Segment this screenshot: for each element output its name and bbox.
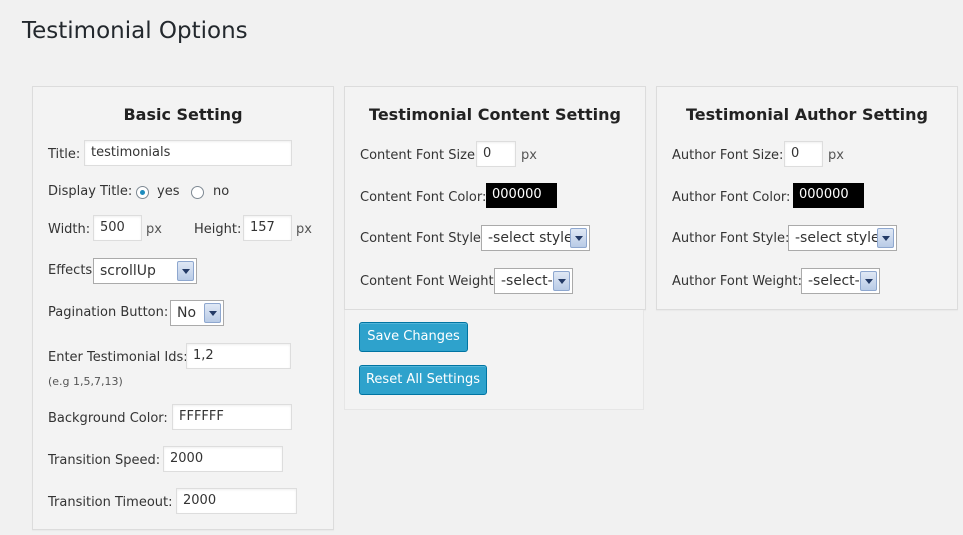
pagination-select[interactable]: No — [170, 300, 224, 326]
author-font-style-value: -select style — [795, 230, 880, 246]
content-font-size-label: Content Font Size: — [360, 148, 480, 163]
display-title-yes-label: yes — [157, 184, 180, 199]
chevron-down-icon — [570, 228, 587, 248]
content-font-style-value: -select style — [488, 230, 573, 246]
title-label: Title: — [48, 147, 81, 162]
background-color-input[interactable]: FFFFFF — [172, 404, 292, 430]
transition-timeout-input[interactable]: 2000 — [176, 488, 297, 514]
author-font-size-label: Author Font Size: — [672, 148, 784, 163]
effects-label: Effects — [48, 263, 93, 278]
content-font-style-label: Content Font Style: — [360, 231, 486, 246]
display-title-no-label: no — [213, 184, 230, 199]
transition-timeout-label: Transition Timeout: — [48, 495, 173, 510]
author-setting-heading: Testimonial Author Setting — [686, 105, 928, 124]
content-setting-heading: Testimonial Content Setting — [369, 105, 621, 124]
content-font-weight-select[interactable]: -select- — [494, 268, 573, 294]
actions-area: Save Changes Reset All Settings — [344, 310, 644, 410]
height-label: Height: — [194, 222, 242, 237]
height-unit: px — [296, 222, 312, 237]
author-font-weight-label: Author Font Weight: — [672, 274, 803, 289]
author-font-weight-value: -select- — [808, 273, 860, 289]
pagination-select-value: No — [177, 305, 197, 321]
background-color-label: Background Color: — [48, 411, 168, 426]
page-title: Testimonial Options — [22, 18, 248, 44]
author-font-color-label: Author Font Color: — [672, 190, 791, 205]
content-font-size-unit: px — [521, 148, 537, 163]
author-font-size-input[interactable]: 0 — [784, 141, 823, 167]
testimonial-ids-hint: (e.g 1,5,7,13) — [48, 375, 123, 388]
author-font-weight-select[interactable]: -select- — [801, 268, 880, 294]
content-font-color-label: Content Font Color: — [360, 190, 487, 205]
effects-select-value: scrollUp — [100, 263, 156, 279]
author-setting-panel: Testimonial Author Setting Author Font S… — [656, 86, 958, 310]
effects-select[interactable]: scrollUp — [93, 258, 197, 284]
basic-setting-panel: Basic Setting Title: testimonials Displa… — [32, 86, 334, 530]
author-font-color-input[interactable]: 000000 — [793, 183, 864, 208]
transition-speed-label: Transition Speed: — [48, 453, 161, 468]
title-input[interactable]: testimonials — [84, 140, 292, 166]
width-unit: px — [146, 222, 162, 237]
author-font-style-select[interactable]: -select style — [788, 225, 897, 251]
content-font-style-select[interactable]: -select style — [481, 225, 590, 251]
reset-all-settings-button[interactable]: Reset All Settings — [359, 365, 487, 395]
author-font-style-label: Author Font Style: — [672, 231, 790, 246]
pagination-label: Pagination Button: — [48, 305, 169, 320]
display-title-label: Display Title: — [48, 184, 133, 199]
width-label: Width: — [48, 222, 91, 237]
chevron-down-icon — [553, 271, 570, 291]
display-title-yes-radio[interactable] — [136, 186, 149, 199]
author-font-size-unit: px — [828, 148, 844, 163]
transition-speed-input[interactable]: 2000 — [163, 446, 283, 472]
content-font-weight-label: Content Font Weight: — [360, 274, 498, 289]
testimonial-ids-label: Enter Testimonial Ids: — [48, 350, 188, 365]
content-font-size-input[interactable]: 0 — [476, 141, 516, 167]
content-font-color-input[interactable]: 000000 — [486, 183, 557, 208]
width-input[interactable]: 500 — [93, 215, 142, 241]
display-title-no-radio[interactable] — [191, 186, 204, 199]
chevron-down-icon — [177, 261, 194, 281]
basic-setting-heading: Basic Setting — [123, 105, 243, 124]
save-changes-button[interactable]: Save Changes — [359, 322, 468, 352]
content-font-weight-value: -select- — [501, 273, 553, 289]
testimonial-ids-input[interactable]: 1,2 — [186, 343, 291, 369]
height-input[interactable]: 157 — [243, 215, 292, 241]
content-setting-panel: Testimonial Content Setting Content Font… — [344, 86, 646, 310]
chevron-down-icon — [860, 271, 877, 291]
chevron-down-icon — [204, 303, 221, 323]
chevron-down-icon — [877, 228, 894, 248]
